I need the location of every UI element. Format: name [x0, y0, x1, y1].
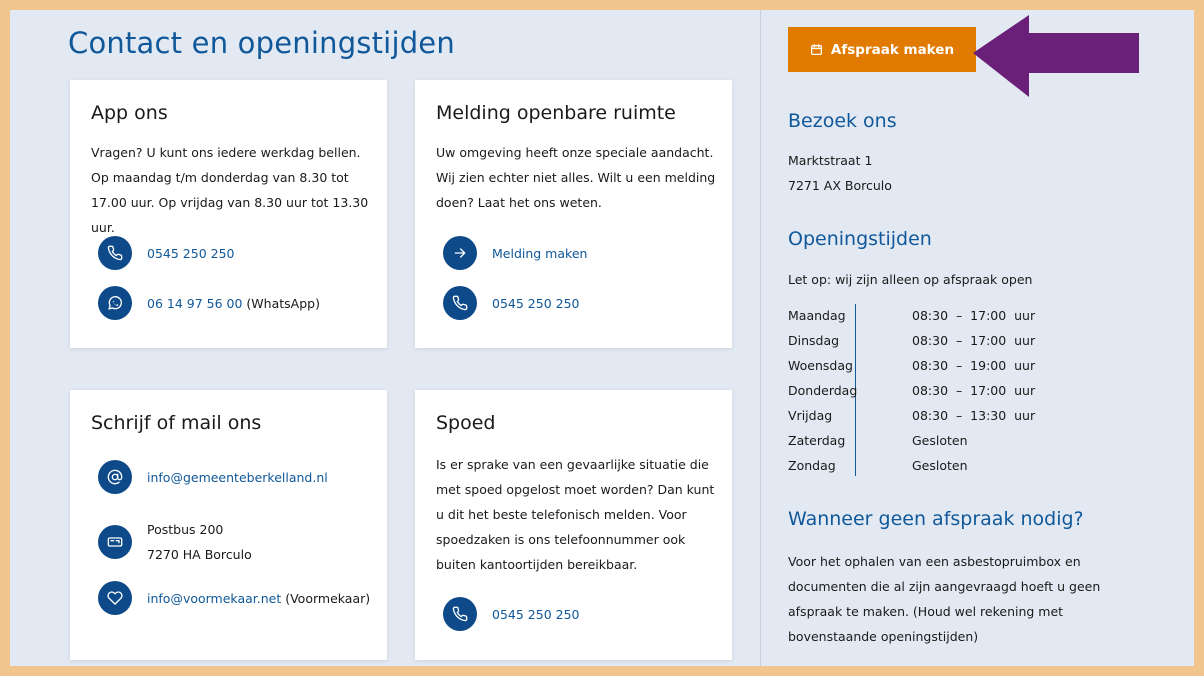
hours-day: Zaterdag [788, 433, 846, 448]
postbus-line: Postbus 200 [147, 522, 224, 537]
phone-icon [443, 286, 477, 320]
opening-hours-table: Maandag 08:30 – 17:00 uur Dinsdag 08:30 – 1… [788, 303, 1048, 478]
hours-row: Woensdag 08:30 – 19:00 uur [788, 353, 1048, 378]
voormekaar-row: info@voormekaar.net (Voormekaar) [98, 581, 370, 615]
card-title: Schrijf of mail ons [91, 412, 262, 434]
card-spoed: Spoed Is er sprake van een gevaarlijke s… [415, 390, 732, 660]
afspraak-maken-button[interactable]: Afspraak maken [788, 27, 976, 72]
hours-time: 08:30 – 19:00 uur [912, 358, 1036, 373]
phone-link[interactable]: 0545 250 250 [147, 246, 234, 261]
visit-title: Bezoek ons [788, 110, 897, 132]
card-title: Spoed [436, 412, 496, 434]
whatsapp-suffix: (WhatsApp) [242, 295, 320, 311]
hours-row: Dinsdag 08:30 – 17:00 uur [788, 328, 1048, 353]
no-appointment-title: Wanneer geen afspraak nodig? [788, 508, 1084, 530]
card-title: Melding openbare ruimte [436, 102, 676, 124]
whatsapp-link[interactable]: 06 14 97 56 00 [147, 296, 242, 311]
phone-icon [443, 597, 477, 631]
no-appointment-text: Voor het ophalen van een asbestopruimbox… [788, 554, 1101, 644]
voormekaar-suffix: (Voormekaar) [281, 590, 371, 606]
card-text: Uw omgeving heeft onze speciale aandacht… [436, 145, 716, 210]
hours-day: Maandag [788, 308, 846, 323]
hours-time: Gesloten [912, 458, 968, 473]
voormekaar-email-link[interactable]: info@voormekaar.net [147, 591, 281, 606]
email-row: info@gemeenteberkelland.nl [98, 460, 328, 494]
hours-time: Gesloten [912, 433, 968, 448]
hours-title: Openingstijden [788, 228, 932, 250]
hours-time: 08:30 – 17:00 uur [912, 308, 1036, 323]
page-frame: Contact en openingstijden App ons Vragen… [10, 10, 1194, 666]
address-line-2: 7271 AX Borculo [788, 178, 892, 193]
card-text: Vragen? U kunt ons iedere werkdag bellen… [91, 145, 369, 235]
page-title: Contact en openingstijden [68, 26, 455, 60]
card-app-ons: App ons Vragen? U kunt ons iedere werkda… [70, 80, 387, 348]
phone-row: 0545 250 250 [443, 597, 579, 631]
hours-row: Vrijdag 08:30 – 13:30 uur [788, 403, 1048, 428]
whatsapp-icon [98, 286, 132, 320]
contact-section: Contact en openingstijden App ons Vragen… [10, 10, 760, 666]
afspraak-maken-label: Afspraak maken [830, 41, 955, 58]
at-icon [98, 460, 132, 494]
melding-maken-link[interactable]: Melding maken [492, 246, 587, 261]
hours-day: Zondag [788, 458, 836, 473]
hours-time: 08:30 – 13:30 uur [912, 408, 1036, 423]
whatsapp-row: 06 14 97 56 00 (WhatsApp) [98, 286, 320, 320]
mailbox-icon [98, 525, 132, 559]
card-schrijf-mail: Schrijf of mail ons info@gemeenteberkell… [70, 390, 387, 660]
sidebar: Afspraak maken Bezoek ons Marktstraat 1 … [761, 10, 1194, 666]
hours-row: Maandag 08:30 – 17:00 uur [788, 303, 1048, 328]
card-title: App ons [91, 102, 168, 124]
phone-icon [98, 236, 132, 270]
hours-row: Zaterdag Gesloten [788, 428, 1048, 453]
address-line-1: Marktstraat 1 [788, 153, 873, 168]
phone-link[interactable]: 0545 250 250 [492, 607, 579, 622]
card-text: Is er sprake van een gevaarlijke situati… [436, 457, 715, 572]
hours-time: 08:30 – 17:00 uur [912, 333, 1036, 348]
hours-row: Donderdag 08:30 – 17:00 uur [788, 378, 1048, 403]
heart-icon [98, 581, 132, 615]
arrow-right-icon [443, 236, 477, 270]
card-melding: Melding openbare ruimte Uw omgeving heef… [415, 80, 732, 348]
hours-day: Dinsdag [788, 333, 840, 348]
pointer-arrow [973, 15, 1139, 97]
hours-time: 08:30 – 17:00 uur [912, 383, 1036, 398]
hours-day: Donderdag [788, 383, 858, 398]
postcode-line: 7270 HA Borculo [147, 547, 252, 562]
phone-link[interactable]: 0545 250 250 [492, 296, 579, 311]
hours-day: Vrijdag [788, 408, 833, 423]
email-link[interactable]: info@gemeenteberkelland.nl [147, 470, 328, 485]
calendar-icon [810, 43, 823, 56]
hours-day: Woensdag [788, 358, 853, 373]
melding-row: Melding maken [443, 236, 587, 270]
postbus-row: Postbus 200 7270 HA Borculo [98, 516, 252, 568]
hours-row: Zondag Gesloten [788, 453, 1048, 478]
hours-note: Let op: wij zijn alleen op afspraak open [788, 272, 1033, 287]
phone-row: 0545 250 250 [98, 236, 234, 270]
phone-row: 0545 250 250 [443, 286, 579, 320]
